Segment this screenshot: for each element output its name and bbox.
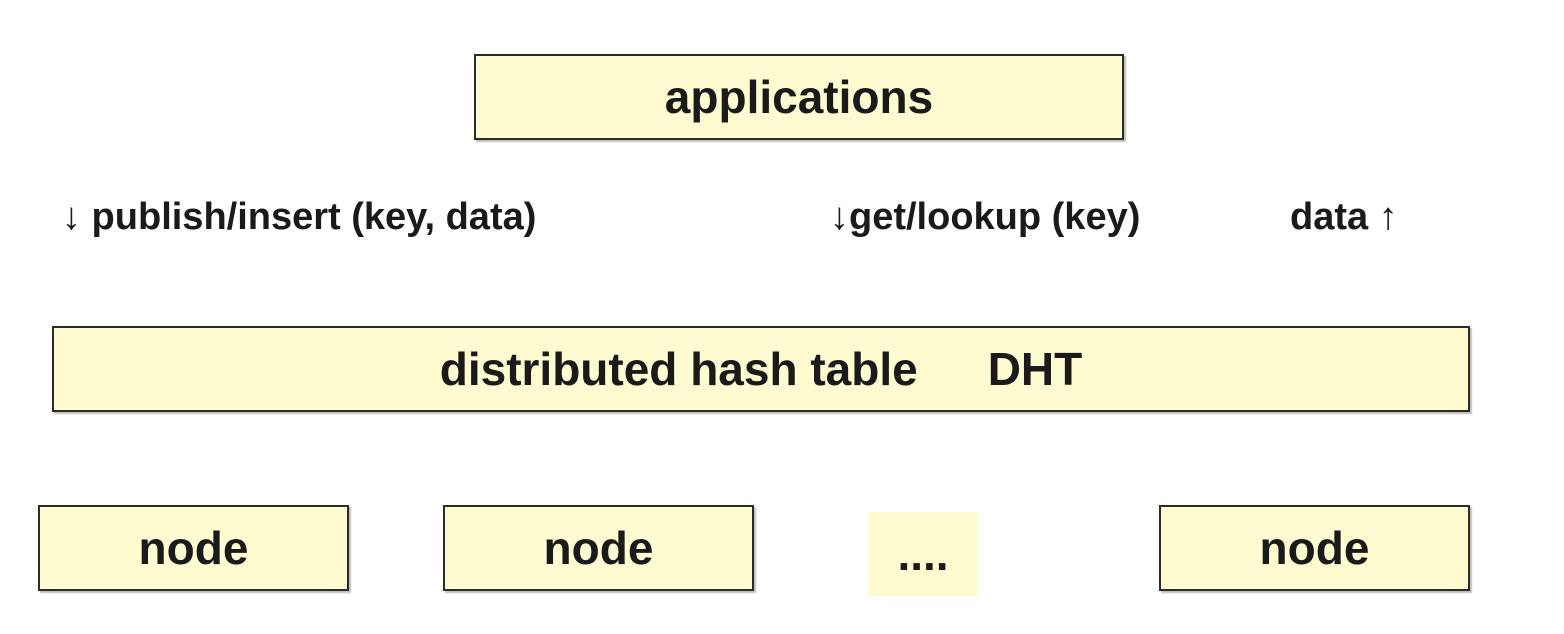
dht-abbrev: DHT [987,343,1083,395]
node-label: node [1259,522,1370,574]
applications-box: applications [474,54,1124,140]
applications-label: applications [664,71,934,123]
ellipsis-placeholder: .... [868,512,978,596]
ellipsis-label: .... [897,528,949,580]
publish-insert-label: ↓ publish/insert (key, data) [62,196,537,238]
node-box: node [1159,505,1470,591]
dht-box: distributed hash table DHT [52,326,1470,412]
node-box: node [38,505,349,591]
node-label: node [543,522,654,574]
data-return-label: data ↑ [1290,196,1398,238]
get-lookup-label: ↓get/lookup (key) [830,196,1141,238]
node-box: node [443,505,754,591]
dht-name: distributed hash table [439,343,918,395]
node-label: node [138,522,249,574]
